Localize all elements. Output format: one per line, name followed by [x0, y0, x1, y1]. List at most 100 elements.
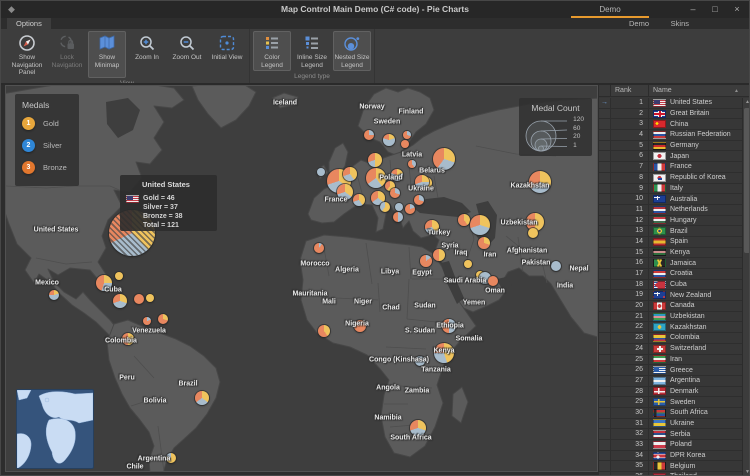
table-row[interactable]: 33Poland	[599, 440, 742, 451]
table-row[interactable]: 34DPR Korea	[599, 451, 742, 462]
ribbon-button-show-minimap[interactable]: Show Minimap	[88, 31, 126, 78]
medal-pie-marker[interactable]	[405, 204, 415, 214]
medal-pie-marker[interactable]	[403, 131, 411, 139]
ribbon-button-show-navigation-panel[interactable]: Show Navigation Panel	[8, 31, 46, 78]
table-row[interactable]: 26Greece	[599, 365, 742, 376]
medal-pie-marker[interactable]	[343, 167, 357, 181]
table-row[interactable]: 12Hungary	[599, 216, 742, 227]
scroll-up-icon[interactable]: ▲	[743, 98, 750, 107]
medal-pie-marker[interactable]	[390, 188, 400, 198]
scroll-down-icon[interactable]: ▼	[743, 468, 750, 476]
medal-pie-marker[interactable]	[96, 275, 112, 291]
medal-pie-marker[interactable]	[464, 260, 472, 268]
map-control[interactable]: IcelandNorwayFinlandSwedenLatviaBelarusP…	[5, 85, 598, 472]
medal-pie-marker[interactable]	[442, 319, 456, 333]
medal-pie-marker[interactable]	[134, 294, 144, 304]
table-row[interactable]: 8Republic of Korea	[599, 173, 742, 184]
medal-pie-marker[interactable]	[113, 294, 127, 308]
medal-pie-marker[interactable]	[420, 255, 432, 267]
table-row[interactable]: 18Cuba	[599, 280, 742, 291]
medal-pie-marker[interactable]	[425, 220, 439, 234]
medal-pie-marker[interactable]	[317, 168, 325, 176]
tab-demo[interactable]: Demo	[621, 18, 657, 29]
table-row[interactable]: 29Sweden	[599, 397, 742, 408]
table-row[interactable]: 6Japan	[599, 151, 742, 162]
medal-pie-marker[interactable]	[391, 169, 403, 181]
table-row[interactable]: 28Denmark	[599, 387, 742, 398]
medal-pie-marker[interactable]	[368, 153, 382, 167]
medal-pie-marker[interactable]	[458, 214, 470, 226]
medal-pie-marker[interactable]	[393, 212, 403, 222]
table-row[interactable]: 32Serbia	[599, 429, 742, 440]
ribbon-button-zoom-in[interactable]: Zoom In	[128, 31, 166, 78]
medal-pie-marker[interactable]	[318, 325, 330, 337]
close-button[interactable]: ×	[727, 3, 747, 16]
grid-column-rank[interactable]: Rank	[611, 85, 649, 96]
ribbon-button-inline-size-legend[interactable]: Inline Size Legend	[293, 31, 331, 71]
medal-pie-marker[interactable]	[414, 195, 424, 205]
table-row[interactable]: 17Croatia	[599, 269, 742, 280]
medal-pie-marker[interactable]	[115, 272, 123, 280]
medal-pie-marker[interactable]	[49, 290, 59, 300]
medal-pie-marker[interactable]	[551, 261, 561, 271]
medal-pie-marker[interactable]	[528, 228, 538, 238]
scrollbar-thumb[interactable]	[744, 108, 750, 253]
medal-pie-marker[interactable]	[478, 237, 490, 249]
ribbon-button-initial-view[interactable]: Initial View	[208, 31, 246, 78]
minimize-button[interactable]: –	[683, 3, 703, 16]
table-row[interactable]: 9Italy	[599, 184, 742, 195]
medal-pie-marker[interactable]	[433, 249, 445, 261]
medal-pie-marker[interactable]	[408, 160, 416, 168]
maximize-button[interactable]: □	[705, 3, 725, 16]
medal-pie-marker[interactable]	[380, 202, 390, 212]
table-row[interactable]: 24Switzerland	[599, 344, 742, 355]
table-row[interactable]: 15Kenya	[599, 248, 742, 259]
table-row[interactable]: 5Germany	[599, 141, 742, 152]
tab-skins[interactable]: Skins	[663, 18, 697, 29]
table-row[interactable]: 16Jamaica	[599, 258, 742, 269]
table-row[interactable]: 36Thailand	[599, 472, 742, 476]
table-row[interactable]: 31Ukraine	[599, 419, 742, 430]
table-row[interactable]: 23Colombia	[599, 333, 742, 344]
table-row[interactable]: 2Great Britain	[599, 109, 742, 120]
medal-pie-marker[interactable]	[166, 453, 176, 463]
table-row[interactable]: 7France	[599, 162, 742, 173]
medal-pie-marker[interactable]	[158, 314, 168, 324]
medal-pie-marker[interactable]	[143, 317, 151, 325]
table-row[interactable]: 22Kazakhstan	[599, 322, 742, 333]
medal-pie-marker[interactable]	[415, 175, 429, 189]
table-row[interactable]: 27Argentina	[599, 376, 742, 387]
ribbon-button-color-legend[interactable]: Color Legend	[253, 31, 291, 71]
table-row[interactable]: 30South Africa	[599, 408, 742, 419]
medal-pie-marker[interactable]	[337, 184, 353, 200]
table-row[interactable]: 21Uzbekistan	[599, 312, 742, 323]
ribbon-button-zoom-out[interactable]: Zoom Out	[168, 31, 206, 78]
table-row[interactable]: 35Belgium	[599, 461, 742, 472]
table-row[interactable]: 13Brazil	[599, 226, 742, 237]
medal-pie-marker[interactable]	[383, 134, 395, 146]
minimap[interactable]	[16, 389, 94, 469]
medal-pie-marker[interactable]	[401, 140, 409, 148]
medal-pie-marker[interactable]	[434, 343, 454, 363]
grid-scrollbar[interactable]: ▲ ▼	[742, 98, 750, 476]
table-row[interactable]: 19New Zealand	[599, 290, 742, 301]
table-row[interactable]: 11Netherlands	[599, 205, 742, 216]
medal-pie-marker[interactable]	[488, 276, 498, 286]
medal-pie-marker[interactable]	[364, 130, 374, 140]
ribbon-button-nested-size-legend[interactable]: Nested Size Legend	[333, 31, 371, 71]
medal-pie-marker[interactable]	[366, 168, 386, 188]
table-row[interactable]: 25Iran	[599, 355, 742, 366]
module-tab-demo[interactable]: Demo	[571, 2, 649, 18]
grid-column-name[interactable]: Name ▲	[649, 85, 750, 96]
medal-pie-marker[interactable]	[353, 194, 365, 206]
medal-pie-marker[interactable]	[470, 215, 490, 235]
medal-pie-marker[interactable]	[354, 320, 366, 332]
table-row[interactable]: →1United States	[599, 98, 742, 109]
medal-pie-marker[interactable]	[195, 391, 209, 405]
medal-pie-marker[interactable]	[395, 203, 403, 211]
table-row[interactable]: 4Russian Federation	[599, 130, 742, 141]
medal-pie-marker[interactable]	[122, 333, 134, 345]
tab-options[interactable]: Options	[7, 18, 51, 29]
table-row[interactable]: 14Spain	[599, 237, 742, 248]
medal-pie-marker[interactable]	[314, 243, 324, 253]
